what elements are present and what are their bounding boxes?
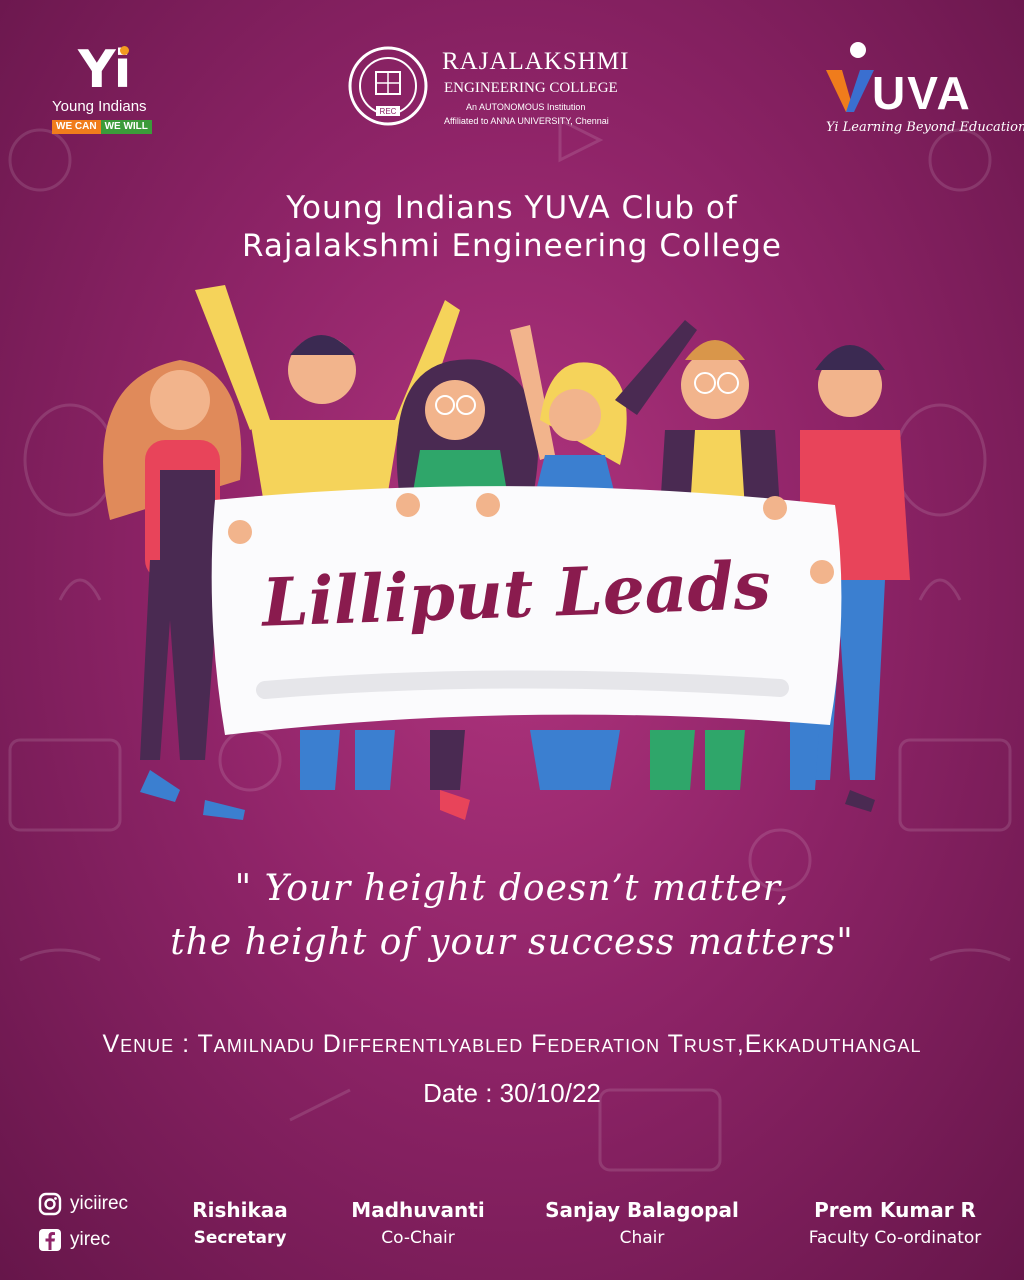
team-member-faculty-coordinator: Prem Kumar R Faculty Co-ordinator <box>785 1198 1005 1248</box>
event-poster: Yi Young Indians WE CAN WE WILL REC RAJA… <box>0 0 1024 1280</box>
instagram-handle: yiciirec <box>38 1192 128 1216</box>
member-name: Madhuvanti <box>351 1198 485 1222</box>
facebook-handle: yirec <box>38 1228 110 1252</box>
facebook-handle-text: yirec <box>70 1229 111 1250</box>
instagram-handle-text: yiciirec <box>70 1193 129 1214</box>
quote-line-2: the height of your success matters" <box>170 922 854 963</box>
member-name: Prem Kumar R <box>814 1198 976 1222</box>
facebook-icon <box>39 1229 61 1251</box>
member-role: Faculty Co-ordinator <box>808 1228 982 1248</box>
venue-text: Venue : Tamilnadu Differentlyabled Feder… <box>102 1030 922 1058</box>
member-name: Sanjay Balagopal <box>545 1198 739 1222</box>
team-member-chair: Sanjay Balagopal Chair <box>532 1198 752 1248</box>
instagram-icon <box>38 1192 62 1216</box>
team-member-co-chair: Madhuvanti Co-Chair <box>308 1198 528 1248</box>
member-role: Co-Chair <box>381 1228 455 1248</box>
date-text: Date : 30/10/22 <box>423 1078 601 1108</box>
member-role: Chair <box>619 1228 665 1248</box>
quote-line-1: " Your height doesn’t matter, <box>234 868 790 909</box>
